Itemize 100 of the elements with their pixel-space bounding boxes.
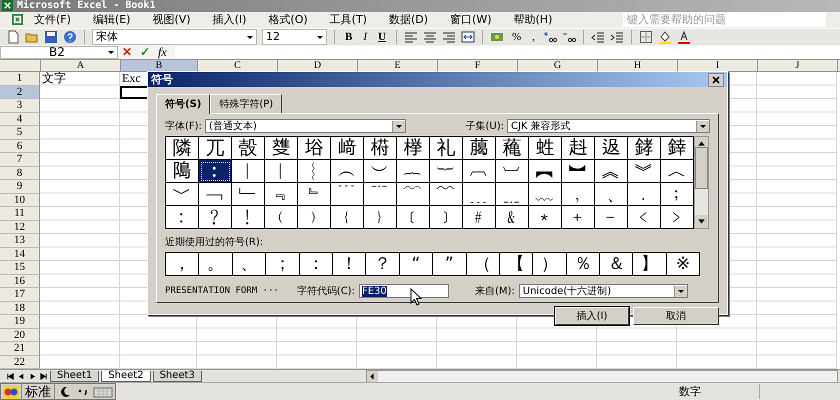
symbol-cell[interactable]: ﹄ xyxy=(298,183,331,206)
align-left-icon[interactable] xyxy=(404,30,418,44)
column-header[interactable]: B xyxy=(121,60,198,71)
symbol-cell[interactable]: 﨣 xyxy=(562,137,595,160)
font-size-dropdown[interactable]: 12 xyxy=(262,28,327,45)
row-header[interactable]: 10 xyxy=(0,194,40,207)
menu-item[interactable]: 窗口(W) xyxy=(439,12,502,28)
horizontal-scrollbar[interactable] xyxy=(366,370,838,382)
bold-button[interactable]: B xyxy=(342,29,356,44)
close-icon[interactable] xyxy=(708,72,724,86)
input-mode-toggle[interactable]: 标准 xyxy=(21,382,55,400)
symbol-cell[interactable]: ﹉ xyxy=(331,183,364,206)
name-box[interactable]: B2 xyxy=(0,46,118,58)
row-header[interactable]: 2 xyxy=(0,86,40,99)
row-header[interactable]: 5 xyxy=(0,126,40,140)
symbol-cell[interactable]: ﹠ xyxy=(496,206,529,229)
symbol-cell[interactable]: 﨔 xyxy=(397,137,430,160)
symbol-cell[interactable]: ︳ xyxy=(265,160,298,183)
symbol-cell[interactable]: ﹍ xyxy=(463,183,496,206)
sheet-tab[interactable]: Sheet2 xyxy=(101,370,151,382)
new-document-icon[interactable] xyxy=(6,30,20,44)
dialog-tab[interactable]: 符号(S) xyxy=(156,94,210,114)
symbol-cell[interactable]: ﹃ xyxy=(265,183,298,206)
font-color-icon[interactable] xyxy=(676,30,691,44)
symbol-cell[interactable]: ﹕ xyxy=(166,206,199,229)
font-dropdown[interactable]: (普通文本) xyxy=(204,119,406,133)
help-search-field[interactable]: 键入需要帮助的问题 xyxy=(623,12,826,28)
symbol-cell[interactable]: ﹞ xyxy=(430,206,463,229)
font-name-dropdown[interactable]: 宋体 xyxy=(92,28,257,45)
symbol-cell[interactable]: ﹛ xyxy=(331,206,364,229)
merge-center-icon[interactable] xyxy=(460,30,475,44)
row-header[interactable]: 21 xyxy=(0,342,40,356)
sheet-tab[interactable]: Sheet3 xyxy=(152,370,202,382)
menu-item[interactable]: 文件(F) xyxy=(23,12,82,28)
symbol-cell[interactable]: 﨡 xyxy=(529,137,562,160)
symbol-cell[interactable]: ﹁ xyxy=(199,183,232,206)
symbol-cell[interactable]: ﹙ xyxy=(265,206,298,229)
save-icon[interactable] xyxy=(44,30,58,44)
subset-dropdown[interactable]: CJK 兼容形式 xyxy=(507,119,710,133)
row-header[interactable]: 9 xyxy=(0,180,40,194)
comma-style-button[interactable]: , xyxy=(529,29,538,44)
insert-function-button[interactable]: fx xyxy=(154,45,171,59)
symbol-cell[interactable]: 嗀 xyxy=(232,137,265,160)
row-header[interactable]: 11 xyxy=(0,207,40,220)
symbol-cell[interactable]: 﨧 xyxy=(628,137,661,160)
symbol-cell[interactable]: 﨏 xyxy=(298,137,331,160)
cancel-dialog-button[interactable]: 取消 xyxy=(633,307,719,325)
symbol-cell[interactable]: ︽ xyxy=(595,160,628,183)
from-dropdown[interactable]: Unicode(十六进制) xyxy=(518,284,688,298)
symbol-cell[interactable]: ﹤ xyxy=(628,206,661,229)
symbol-cell[interactable]: ︼ xyxy=(562,160,595,183)
symbol-cell[interactable]: ︻ xyxy=(529,160,562,183)
decrease-indent-icon[interactable] xyxy=(590,30,605,44)
menu-item[interactable]: 帮助(H) xyxy=(502,12,564,28)
scroll-thumb[interactable] xyxy=(695,146,708,188)
symbol-cell[interactable]: ﹡ xyxy=(529,206,562,229)
symbol-cell[interactable]: 蘒 xyxy=(496,137,529,160)
symbol-cell[interactable]: 﨑 xyxy=(331,137,364,160)
symbol-cell[interactable]: ﹏ xyxy=(529,183,562,206)
symbol-cell[interactable]: 﨤 xyxy=(595,137,628,160)
symbol-cell[interactable]: ﹒ xyxy=(628,183,661,206)
row-header[interactable]: 15 xyxy=(0,261,40,274)
symbol-cell[interactable]: ﹐ xyxy=(562,183,595,206)
menu-item[interactable]: 工具(T) xyxy=(318,12,378,28)
underline-button[interactable]: U xyxy=(375,29,389,44)
symbol-cell[interactable]: ︷ xyxy=(397,160,430,183)
symbol-cell[interactable]: ﹗ xyxy=(232,206,265,229)
row-header[interactable]: 20 xyxy=(0,328,40,342)
symbol-cell[interactable]: ﹢ xyxy=(562,206,595,229)
symbol-cell[interactable]: ﹚ xyxy=(298,206,331,229)
help-icon[interactable] xyxy=(63,30,77,44)
scroll-down-icon[interactable] xyxy=(695,215,708,228)
char-code-field[interactable]: FE30 xyxy=(358,284,449,298)
enter-button[interactable]: ✓ xyxy=(136,45,154,59)
row-header[interactable]: 7 xyxy=(0,153,40,166)
row-header[interactable]: 6 xyxy=(0,140,40,153)
menu-item[interactable]: 插入(I) xyxy=(202,12,258,28)
align-right-icon[interactable] xyxy=(442,30,456,44)
cancel-button[interactable]: ✕ xyxy=(118,45,136,59)
row-header[interactable]: 3 xyxy=(0,99,40,112)
symbol-cell[interactable]: ﹝ xyxy=(397,206,430,229)
ime-logo-icon[interactable] xyxy=(3,384,19,398)
row-header[interactable]: 16 xyxy=(0,274,40,288)
symbol-cell[interactable]: ﹀ xyxy=(166,183,199,206)
symbol-cell[interactable]: ︶ xyxy=(364,160,397,183)
sheet-tab[interactable]: Sheet1 xyxy=(50,370,100,382)
menu-item[interactable]: 编辑(E) xyxy=(82,12,142,28)
symbol-cell[interactable]: ︺ xyxy=(496,160,529,183)
scroll-left-icon[interactable] xyxy=(367,370,378,382)
symbol-cell[interactable]: ﹋ xyxy=(397,183,430,206)
row-header[interactable]: 12 xyxy=(0,220,40,234)
vertical-scrollbar[interactable] xyxy=(694,136,709,229)
row-header[interactable]: 19 xyxy=(0,315,40,328)
excel-icon[interactable] xyxy=(12,14,23,26)
formula-field[interactable] xyxy=(174,46,840,58)
symbol-cell[interactable]: ﹜ xyxy=(364,206,397,229)
row-header[interactable]: 18 xyxy=(0,302,40,315)
row-header[interactable]: 8 xyxy=(0,166,40,180)
dialog-tab[interactable]: 特殊字符(P) xyxy=(210,94,282,113)
row-header[interactable]: 22 xyxy=(0,356,40,369)
